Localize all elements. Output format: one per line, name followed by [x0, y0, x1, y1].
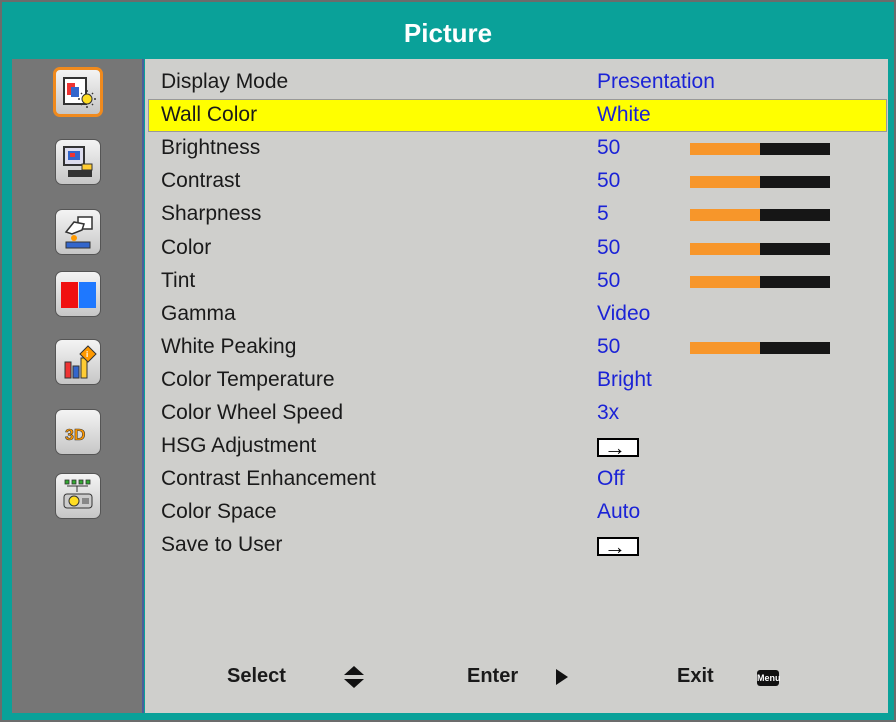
menu-row-label: Contrast Enhancement [161, 467, 376, 491]
menu-row-label: Contrast [161, 169, 241, 193]
sidebar-item-network[interactable] [55, 473, 101, 519]
menu-row-value: Bright [597, 367, 652, 391]
sidebar-item-setup[interactable] [55, 209, 101, 255]
svg-text:3D: 3D [65, 427, 85, 444]
menu-row-label: Save to User [161, 533, 283, 557]
enter-arrow-icon[interactable]: → [597, 435, 639, 460]
menu-row-value: 50 [597, 136, 621, 160]
right-arrow-icon [556, 669, 568, 685]
slider-fill [690, 341, 760, 354]
menu-row-label: Gamma [161, 301, 236, 325]
menu-row-color-space[interactable]: Color Space Auto [149, 497, 886, 528]
menu-row-label: Color [161, 235, 212, 259]
menu-row-value: Auto [597, 500, 641, 524]
slider-bar[interactable] [690, 209, 830, 222]
up-down-arrow-icon [344, 666, 364, 688]
picture-settings-icon [63, 77, 96, 108]
sidebar: i 3D [12, 59, 144, 713]
enter-hint-label: Enter [467, 665, 519, 687]
sidebar-item-screen[interactable] [55, 139, 101, 185]
slider-fill [690, 176, 760, 189]
screen-settings-icon [63, 146, 93, 177]
menu-row-wall-color[interactable]: Wall Color White [148, 99, 887, 133]
arrow-glyph: → [604, 534, 626, 560]
menu-row-label: HSG Adjustment [161, 434, 317, 458]
osd-window: Picture i 3D Display Mode Presentation W… [0, 0, 896, 722]
slider-fill [690, 143, 760, 156]
menu-row-gamma[interactable]: Gamma Video [149, 299, 886, 330]
menu-row-label: Sharpness [161, 202, 262, 226]
menu-row-value: Video [597, 301, 651, 325]
slider-fill [690, 209, 760, 222]
menu-row-color-wheel-speed[interactable]: Color Wheel Speed 3x [149, 398, 886, 429]
menu-row-value: 5 [597, 202, 609, 226]
select-hint-label: Select [227, 665, 286, 687]
menu-row-value: Presentation [597, 70, 715, 93]
slider-fill [690, 242, 760, 255]
menu-row-value: 50 [597, 268, 621, 292]
sidebar-item-picture[interactable] [53, 67, 103, 117]
menu-row-tint[interactable]: Tint 50 [149, 266, 886, 297]
menu-row-white-peaking[interactable]: White Peaking 50 [149, 332, 886, 363]
menu-row-display-mode[interactable]: Display Mode Presentation [149, 67, 886, 98]
menu-row-value: White [597, 103, 651, 127]
footer-hints: Select Enter Exit Menu [145, 655, 888, 695]
menu-row-label: Brightness [161, 136, 261, 160]
sidebar-item-color[interactable] [55, 271, 101, 317]
network-projector-icon [63, 479, 93, 509]
menu-row-label: Color Temperature [161, 367, 335, 391]
arrow-glyph: → [604, 435, 626, 461]
menu-key-icon: Menu [757, 670, 781, 686]
info-chart-icon: i [64, 345, 97, 379]
menu-row-contrast[interactable]: Contrast 50 [149, 166, 886, 197]
slider-bar[interactable] [690, 275, 830, 288]
menu-row-save-to-user[interactable]: Save to User → [149, 530, 886, 561]
menu-row-value: 50 [597, 334, 621, 358]
exit-hint-label: Exit [677, 665, 714, 687]
menu-row-brightness[interactable]: Brightness 50 [149, 133, 886, 164]
page-title: Picture [403, 18, 493, 48]
menu-row-label: Color Space [161, 500, 277, 524]
menu-row-label: Tint [161, 268, 196, 292]
menu-row-label: Color Wheel Speed [161, 401, 344, 424]
menu-panel: Display Mode Presentation Wall Color White B… [145, 59, 888, 713]
slider-bar[interactable] [690, 341, 830, 354]
menu-row-sharpness[interactable]: Sharpness 5 [149, 199, 886, 230]
menu-row-color[interactable]: Color 50 [149, 233, 886, 264]
slider-bar[interactable] [690, 176, 830, 189]
settings-hand-icon [64, 216, 93, 249]
menu-row-color-temperature[interactable]: Color Temperature Bright [149, 365, 886, 396]
menu-row-value: 50 [597, 169, 621, 193]
menu-row-label: Display Mode [161, 70, 289, 93]
menu-row-contrast-enhancement[interactable]: Contrast Enhancement Off [149, 464, 886, 495]
menu-row-value: 50 [597, 235, 621, 259]
slider-bar[interactable] [690, 242, 830, 255]
menu-row-hsg-adjustment[interactable]: HSG Adjustment → [149, 431, 886, 462]
slider-bar[interactable] [690, 143, 830, 156]
sidebar-item-info[interactable]: i [55, 339, 101, 385]
enter-arrow-icon[interactable]: → [597, 534, 639, 559]
menu-row-label: White Peaking [161, 334, 297, 358]
menu-row-label: Wall Color [161, 103, 258, 127]
color-flag-icon [61, 282, 96, 308]
menu-row-value: 3x [597, 401, 620, 424]
svg-text:i: i [86, 350, 88, 359]
3d-icon: 3D [65, 427, 86, 445]
menu-row-value: Off [597, 467, 625, 491]
sidebar-item-3d[interactable]: 3D [55, 409, 101, 455]
slider-fill [690, 275, 760, 288]
